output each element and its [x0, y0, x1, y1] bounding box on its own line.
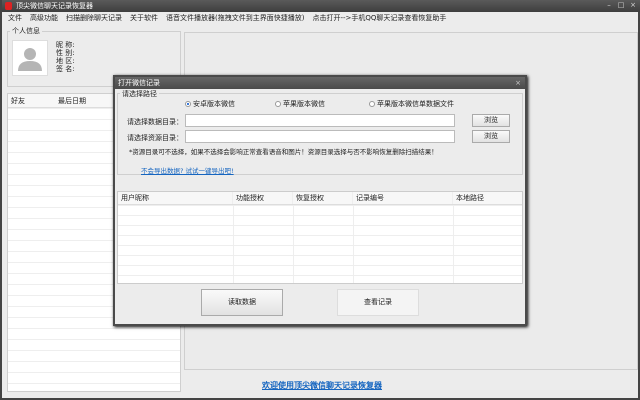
radio-ios-label: 苹果版本微信: [283, 100, 325, 108]
menu-scan-deleted[interactable]: 扫描删除聊天记录: [66, 12, 122, 24]
dialog-close-button[interactable]: ×: [513, 78, 523, 88]
table-header: 用户昵称 功能授权 恢复授权 记录编号 本地路径: [118, 192, 522, 205]
radio-checked-icon: [185, 101, 191, 107]
close-button[interactable]: ×: [628, 1, 638, 10]
app-logo-icon: [5, 2, 12, 10]
data-dir-label: 请选择数据目录：: [127, 118, 183, 126]
col-function-auth[interactable]: 功能授权: [233, 192, 293, 204]
path-group-label: 请选择路径: [120, 90, 159, 98]
radio-android-label: 安卓版本微信: [193, 100, 235, 108]
open-record-dialog: 打开微信记录 × 请选择路径 安卓版本微信 苹果版本微信 苹果版本微信单数据文件…: [113, 75, 527, 326]
col-local-path[interactable]: 本地路径: [453, 192, 523, 204]
maximize-button[interactable]: □: [616, 1, 626, 10]
window-title: 顶尖微信聊天记录恢复器: [16, 2, 93, 10]
radio-android[interactable]: 安卓版本微信: [185, 99, 235, 109]
minimize-button[interactable]: –: [604, 1, 614, 10]
table-rows: [118, 205, 522, 283]
radio-ios-single-file[interactable]: 苹果版本微信单数据文件: [369, 99, 454, 109]
signature-label: 签 名:: [56, 65, 75, 73]
dialog-title: 打开微信记录: [118, 79, 160, 87]
radio-unchecked-icon: [275, 101, 281, 107]
export-help-link[interactable]: 不会导出数据? 试试一键导出吧!: [141, 165, 234, 175]
view-records-button[interactable]: 查看记录: [337, 289, 419, 316]
menu-about[interactable]: 关于软件: [130, 12, 158, 24]
welcome-link[interactable]: 欢迎使用顶尖微信聊天记录恢复器: [2, 380, 640, 391]
col-recovery-auth[interactable]: 恢复授权: [293, 192, 353, 204]
menu-file[interactable]: 文件: [8, 12, 22, 24]
title-bar: 顶尖微信聊天记录恢复器: [2, 0, 640, 12]
radio-unchecked-icon: [369, 101, 375, 107]
region-label: 地 区:: [56, 57, 75, 65]
radio-ios[interactable]: 苹果版本微信: [275, 99, 325, 109]
nickname-label: 昵 称:: [56, 41, 75, 49]
resource-note: *资源目录可不选择，如果不选择会影响正常查看语音和图片！资源目录选择与否不影响恢…: [129, 148, 438, 156]
res-dir-input[interactable]: [185, 130, 455, 143]
col-record-id[interactable]: 记录编号: [353, 192, 453, 204]
col-friend[interactable]: 好友: [8, 94, 58, 107]
user-silhouette-icon: [18, 48, 42, 71]
menu-bar: 文件 高级功能 扫描删除聊天记录 关于软件 语音文件播放器(拖拽文件到主界面快捷…: [4, 12, 640, 24]
profile-group-label: 个人信息: [10, 27, 42, 35]
col-nickname[interactable]: 用户昵称: [118, 192, 233, 204]
menu-advanced[interactable]: 高级功能: [30, 12, 58, 24]
data-dir-input[interactable]: [185, 114, 455, 127]
account-table[interactable]: 用户昵称 功能授权 恢复授权 记录编号 本地路径: [117, 191, 523, 284]
read-data-button[interactable]: 读取数据: [201, 289, 283, 316]
profile-fields: 昵 称: 性 别: 地 区: 签 名:: [56, 41, 75, 73]
dialog-title-bar: 打开微信记录: [115, 77, 525, 89]
avatar: [12, 40, 48, 76]
radio-ios-single-label: 苹果版本微信单数据文件: [377, 100, 454, 108]
browse-data-button[interactable]: 浏览: [472, 114, 510, 127]
menu-qq-helper[interactable]: 点击打开-->手机QQ聊天记录查看恢复助手: [312, 12, 446, 24]
gender-label: 性 别:: [56, 49, 75, 57]
res-dir-label: 请选择资源目录：: [127, 134, 183, 142]
col-last-date[interactable]: 最后日期: [58, 94, 118, 107]
browse-res-button[interactable]: 浏览: [472, 130, 510, 143]
menu-voice-player[interactable]: 语音文件播放器(拖拽文件到主界面快捷播放): [166, 12, 304, 24]
